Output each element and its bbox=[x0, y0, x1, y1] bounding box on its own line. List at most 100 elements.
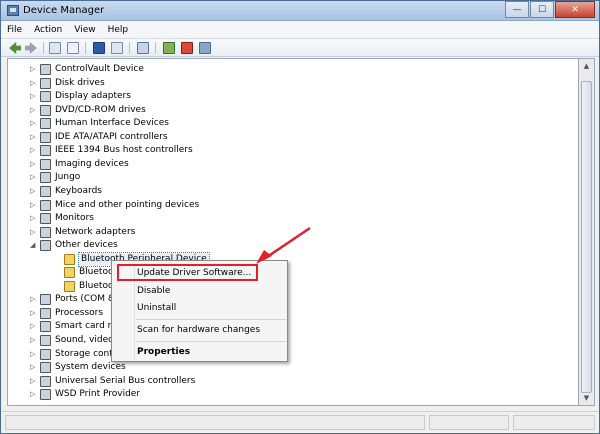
back-icon[interactable] bbox=[9, 42, 21, 54]
expander-icon[interactable]: ▷ bbox=[30, 92, 38, 101]
warning-device-icon bbox=[64, 280, 75, 292]
device-category-icon bbox=[40, 348, 51, 360]
device-category-icon bbox=[40, 240, 51, 252]
toolbar-separator bbox=[129, 42, 130, 54]
scan-hardware-item[interactable]: Scan for hardware changes bbox=[137, 324, 260, 336]
expander-icon[interactable]: ▷ bbox=[30, 173, 38, 182]
expander-icon[interactable]: ▷ bbox=[30, 390, 38, 399]
device-category-icon bbox=[40, 307, 51, 319]
tree-category-item[interactable]: ▷ IDE ATA/ATAPI controllers bbox=[8, 131, 568, 144]
expander-icon[interactable]: ▷ bbox=[30, 322, 38, 331]
help-icon[interactable] bbox=[93, 42, 105, 54]
expander-icon[interactable]: ▷ bbox=[30, 295, 38, 304]
tree-item-label: Keyboards bbox=[55, 185, 102, 196]
tree-category-item[interactable]: ▷ Processors bbox=[8, 307, 568, 320]
tree-category-item[interactable]: ▷ Imaging devices bbox=[8, 158, 568, 171]
device-category-icon bbox=[40, 131, 51, 143]
tree-icon[interactable] bbox=[111, 42, 123, 54]
disable-icon[interactable] bbox=[199, 42, 211, 54]
scan-icon[interactable] bbox=[137, 42, 149, 54]
expander-icon[interactable]: ▷ bbox=[30, 350, 38, 359]
tree-category-item[interactable]: ▷ Disk drives bbox=[8, 77, 568, 90]
uninstall-icon[interactable] bbox=[181, 42, 193, 54]
forward-icon[interactable] bbox=[25, 42, 37, 54]
tree-category-item[interactable]: ▷ Jungo bbox=[8, 171, 568, 184]
expander-icon[interactable]: ◢ bbox=[30, 241, 38, 250]
minimize-button[interactable]: — bbox=[505, 1, 529, 18]
tree-item-label: IDE ATA/ATAPI controllers bbox=[55, 131, 168, 142]
menu-action[interactable]: Action bbox=[28, 21, 68, 39]
device-category-icon bbox=[40, 213, 51, 225]
tree-category-item[interactable]: ▷ Smart card rea bbox=[8, 320, 568, 333]
tree-item-label: Other devices bbox=[55, 240, 118, 251]
scrollbar-thumb[interactable] bbox=[581, 81, 592, 393]
properties-icon[interactable] bbox=[49, 42, 61, 54]
device-category-icon bbox=[40, 226, 51, 238]
menu-separator bbox=[136, 341, 286, 342]
tree-item-label: Processors bbox=[55, 307, 104, 318]
expander-icon[interactable]: ▷ bbox=[30, 363, 38, 372]
device-category-icon bbox=[40, 64, 51, 75]
list-icon[interactable] bbox=[67, 42, 79, 54]
window-controls: — ☐ ✕ bbox=[504, 1, 595, 18]
menu-view[interactable]: View bbox=[68, 21, 101, 39]
expander-icon[interactable]: ▷ bbox=[30, 187, 38, 196]
device-manager-window: Device Manager — ☐ ✕ File Action View He… bbox=[0, 0, 600, 434]
scroll-down-icon[interactable]: ▼ bbox=[581, 393, 592, 404]
device-category-icon bbox=[40, 199, 51, 211]
menu-file[interactable]: File bbox=[1, 21, 28, 39]
tree-category-item[interactable]: ▷ Mice and other pointing devices bbox=[8, 199, 568, 212]
tree-item-label: WSD Print Provider bbox=[55, 389, 141, 400]
tree-category-item[interactable]: ▷ Storage contro bbox=[8, 348, 568, 361]
properties-item[interactable]: Properties bbox=[137, 346, 190, 358]
device-category-icon bbox=[40, 77, 51, 89]
expander-icon[interactable]: ▷ bbox=[30, 160, 38, 169]
tree-item-label: Ports (COM & bbox=[55, 294, 115, 305]
maximize-button[interactable]: ☐ bbox=[530, 1, 554, 18]
expander-icon[interactable]: ▷ bbox=[30, 201, 38, 210]
status-segment bbox=[5, 415, 425, 430]
tree-child-item[interactable]: Bluetooth P bbox=[8, 266, 568, 279]
tree-category-item[interactable]: ▷ Display adapters bbox=[8, 90, 568, 103]
update-driver-icon[interactable] bbox=[163, 42, 175, 54]
tree-category-item[interactable]: ▷ WSD Print Provider bbox=[8, 388, 568, 401]
expander-icon[interactable]: ▷ bbox=[30, 119, 38, 128]
expander-icon[interactable]: ▷ bbox=[30, 79, 38, 88]
tree-category-item[interactable]: ▷ Keyboards bbox=[8, 185, 568, 198]
device-category-icon bbox=[40, 389, 51, 401]
expander-icon[interactable]: ▷ bbox=[30, 377, 38, 386]
scroll-up-icon[interactable]: ▲ bbox=[581, 61, 592, 72]
tree-category-item[interactable]: ▷ Universal Serial Bus controllers bbox=[8, 375, 568, 388]
title-bar[interactable]: Device Manager — ☐ ✕ bbox=[1, 1, 599, 21]
tree-item-label: Disk drives bbox=[55, 77, 105, 88]
tree-category-item[interactable]: ▷ IEEE 1394 Bus host controllers bbox=[8, 144, 568, 157]
tree-category-item[interactable]: ▷ Sound, video a bbox=[8, 334, 568, 347]
tree-category-item[interactable]: ▷ Monitors bbox=[8, 212, 568, 225]
disable-item[interactable]: Disable bbox=[137, 285, 170, 297]
tree-category-item[interactable]: ▷ ControlVault Device bbox=[8, 63, 568, 76]
uninstall-item[interactable]: Uninstall bbox=[137, 302, 176, 314]
tree-category-item[interactable]: ▷ Human Interface Devices bbox=[8, 117, 568, 130]
tree-category-item[interactable]: ▷ System devices bbox=[8, 361, 568, 374]
vertical-scrollbar[interactable]: ▲ ▼ bbox=[579, 58, 595, 406]
tree-category-item[interactable]: ▷ DVD/CD-ROM drives bbox=[8, 104, 568, 117]
device-category-icon bbox=[40, 362, 51, 374]
expander-icon[interactable]: ▷ bbox=[30, 133, 38, 142]
menu-help[interactable]: Help bbox=[102, 21, 135, 39]
status-bar bbox=[1, 411, 599, 433]
tree-category-item[interactable]: ▷ Ports (COM & bbox=[8, 293, 568, 306]
expander-icon[interactable]: ▷ bbox=[30, 65, 38, 74]
expander-icon[interactable]: ▷ bbox=[30, 336, 38, 345]
close-button[interactable]: ✕ bbox=[555, 1, 595, 18]
expander-icon[interactable]: ▷ bbox=[30, 228, 38, 237]
expander-icon[interactable]: ▷ bbox=[30, 106, 38, 115]
tree-child-item[interactable]: Bluetooth P bbox=[8, 280, 568, 293]
device-category-icon bbox=[40, 158, 51, 170]
tree-item-label: ControlVault Device bbox=[55, 64, 144, 74]
annotation-arrow-icon bbox=[256, 226, 311, 264]
expander-icon[interactable]: ▷ bbox=[30, 309, 38, 318]
tree-item-label: Monitors bbox=[55, 213, 94, 224]
expander-icon[interactable]: ▷ bbox=[30, 214, 38, 223]
expander-icon[interactable]: ▷ bbox=[30, 146, 38, 155]
annotation-highlight-box bbox=[117, 264, 258, 281]
